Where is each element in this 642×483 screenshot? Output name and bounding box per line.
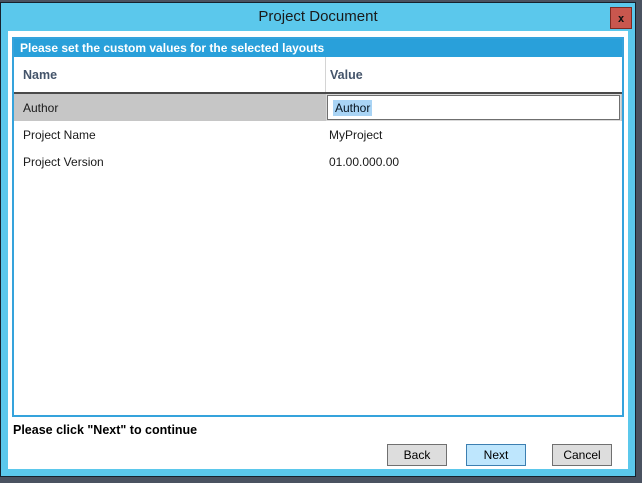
row-name-label[interactable]: Project Version: [14, 148, 326, 175]
close-icon: x: [618, 13, 625, 24]
grid-header-row: Name Value: [14, 57, 622, 94]
table-row-project-version[interactable]: Project Version 01.00.000.00: [14, 148, 622, 175]
selected-text: Author: [333, 100, 372, 116]
row-name-label[interactable]: Project Name: [14, 121, 326, 148]
next-button[interactable]: Next: [466, 444, 526, 466]
panel-header-text: Please set the custom values for the sel…: [14, 39, 622, 57]
dialog-button-row: Back Next Cancel: [387, 444, 612, 466]
cancel-button[interactable]: Cancel: [552, 444, 612, 466]
instruction-text: Please click "Next" to continue: [13, 423, 197, 437]
row-value-label[interactable]: 01.00.000.00: [326, 148, 622, 175]
row-name-label[interactable]: Author: [14, 94, 326, 121]
table-row-author[interactable]: Author Author: [14, 94, 622, 121]
close-button[interactable]: x: [610, 7, 632, 29]
window-title: Project Document: [1, 3, 635, 31]
back-button[interactable]: Back: [387, 444, 447, 466]
column-header-name[interactable]: Name: [14, 57, 326, 92]
author-value-input[interactable]: Author: [327, 95, 620, 120]
project-document-dialog: Project Document x Please set the custom…: [0, 2, 636, 477]
dialog-client-area: Please set the custom values for the sel…: [8, 31, 628, 469]
custom-values-panel: Please set the custom values for the sel…: [12, 37, 624, 417]
row-value-label[interactable]: MyProject: [326, 121, 622, 148]
titlebar[interactable]: Project Document x: [1, 3, 635, 31]
row-value-cell[interactable]: Author: [326, 94, 622, 121]
column-header-value[interactable]: Value: [326, 57, 622, 92]
table-row-project-name[interactable]: Project Name MyProject: [14, 121, 622, 148]
